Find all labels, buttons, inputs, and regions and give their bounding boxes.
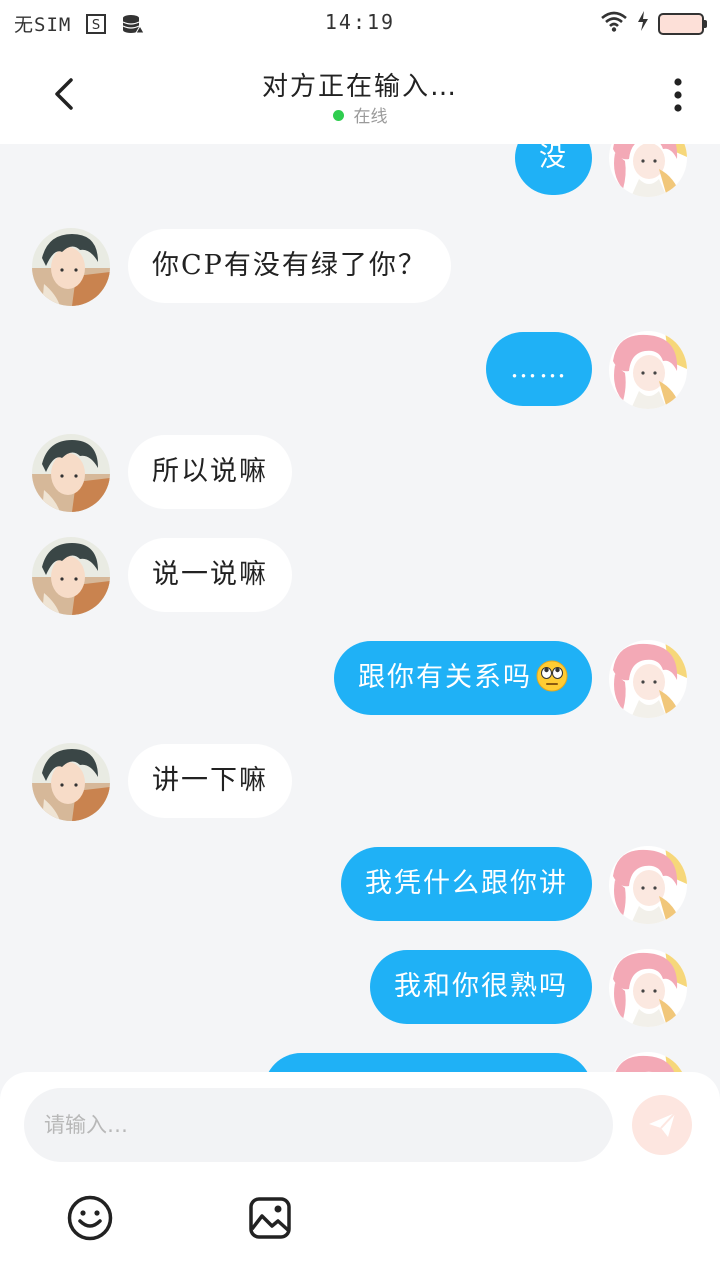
eye-roll-emoji-icon <box>536 647 568 692</box>
composer-panel <box>0 1072 720 1280</box>
chat-header: 对方正在输入… 在线 <box>0 46 720 144</box>
image-icon <box>249 1197 291 1239</box>
image-button[interactable] <box>248 1196 292 1240</box>
status-bar: 无SIM S 14:19 <box>0 0 720 46</box>
smiley-icon <box>67 1195 113 1241</box>
my-avatar[interactable] <box>609 1052 687 1072</box>
online-status: 在线 <box>0 102 720 127</box>
battery-icon <box>658 12 707 35</box>
page-title: 对方正在输入… <box>261 72 458 102</box>
outgoing-bubble-text: 跟你有关系吗 <box>358 662 532 693</box>
outgoing-bubble[interactable]: 我凭什么跟你讲 <box>341 847 592 921</box>
my-avatar[interactable] <box>609 331 687 409</box>
charging-icon <box>636 10 650 37</box>
send-icon <box>649 1112 676 1137</box>
contact-avatar[interactable] <box>32 228 110 306</box>
online-status-label: 在线 <box>353 107 388 127</box>
my-avatar[interactable] <box>609 949 687 1027</box>
outgoing-bubble[interactable]: 没 <box>515 144 592 195</box>
message-list[interactable]: 没 你CP有没有绿了你？ …… 所以说嘛 说一说嘛 跟你有关系吗 讲一下嘛 我凭… <box>0 144 720 1072</box>
incoming-bubble[interactable]: 所以说嘛 <box>128 435 292 509</box>
contact-avatar[interactable] <box>32 537 110 615</box>
outgoing-bubble[interactable]: 我和你很熟吗 <box>370 950 592 1024</box>
more-options-button[interactable] <box>666 74 690 118</box>
message-input[interactable] <box>24 1088 613 1162</box>
incoming-bubble[interactable]: 说一说嘛 <box>128 538 292 612</box>
incoming-bubble[interactable]: 你CP有没有绿了你？ <box>128 229 451 303</box>
incoming-bubble[interactable]: 讲一下嘛 <box>128 744 292 818</box>
contact-avatar[interactable] <box>32 743 110 821</box>
emoji-button[interactable] <box>67 1195 113 1241</box>
wifi-icon <box>600 10 628 37</box>
outgoing-bubble[interactable]: 跟你有关系吗 <box>334 641 592 715</box>
contact-avatar[interactable] <box>32 434 110 512</box>
outgoing-bubble[interactable]: …… <box>486 332 592 406</box>
outgoing-bubble[interactable] <box>264 1053 592 1072</box>
my-avatar[interactable] <box>609 144 687 197</box>
more-vertical-icon <box>674 78 682 112</box>
online-dot-icon <box>332 110 344 121</box>
my-avatar[interactable] <box>609 640 687 718</box>
send-button[interactable] <box>632 1095 692 1155</box>
my-avatar[interactable] <box>609 846 687 924</box>
